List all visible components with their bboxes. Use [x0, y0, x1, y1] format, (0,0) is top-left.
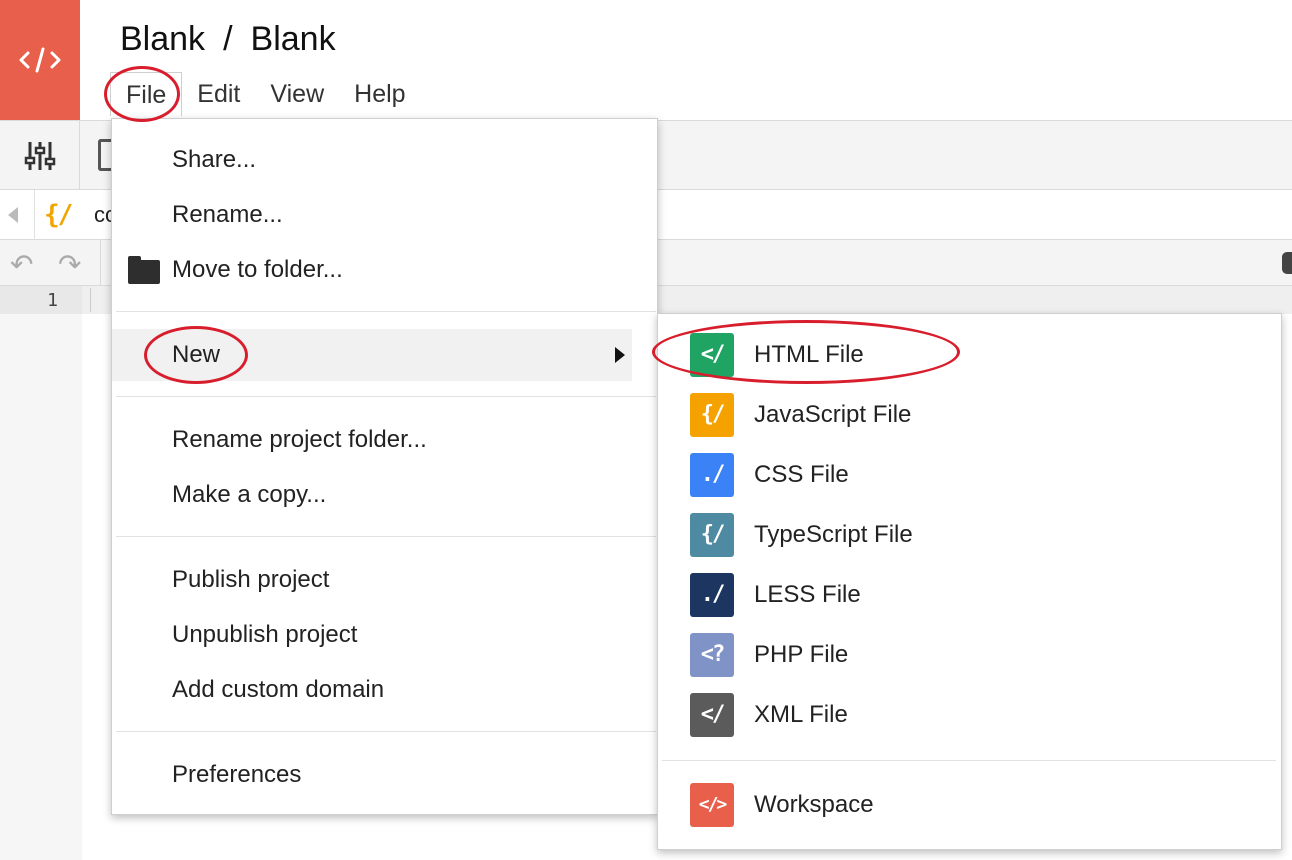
- menu-item-label: New: [172, 341, 221, 368]
- menu-file[interactable]: File: [110, 72, 183, 116]
- workspace-icon: </>: [690, 783, 734, 827]
- menu-item-label: Share...: [172, 146, 257, 173]
- menu-item-label: Move to folder...: [172, 256, 343, 283]
- submenu-item-label: LESS File: [754, 581, 861, 608]
- submenu-item-label: Workspace: [754, 791, 874, 818]
- sliders-icon: [24, 142, 55, 170]
- tab-scroll-left-icon[interactable]: [8, 207, 18, 223]
- menu-item-label: Preferences: [172, 761, 302, 788]
- tab-divider: [34, 190, 35, 240]
- css-file-icon: ./: [690, 453, 734, 497]
- undo-icon[interactable]: ↶: [10, 248, 33, 281]
- redo-icon[interactable]: ↷: [58, 248, 81, 281]
- xml-file-icon: </: [690, 693, 734, 737]
- menu-view[interactable]: View: [255, 72, 339, 116]
- javascript-file-icon: {/: [690, 393, 734, 437]
- menu-item-publish-project[interactable]: Publish project: [112, 554, 657, 606]
- title-separator: /: [223, 20, 233, 58]
- submenu-item-label: JavaScript File: [754, 401, 912, 428]
- line-number: 1: [47, 290, 58, 311]
- menu-item-label: Unpublish project: [172, 621, 358, 648]
- menu-edit[interactable]: Edit: [182, 72, 255, 116]
- folder-icon: [128, 256, 160, 284]
- submenu-item-label: XML File: [754, 701, 848, 728]
- editbar-divider: [100, 240, 101, 286]
- user-icon[interactable]: [1282, 252, 1292, 274]
- menu-bar: File Edit View Help: [110, 72, 421, 116]
- menu-item-label: Rename project folder...: [172, 426, 427, 453]
- text-cursor: [90, 288, 91, 312]
- submenu-arrow-icon: [615, 347, 625, 363]
- submenu-item-xml-file[interactable]: </ XML File: [658, 686, 1281, 746]
- submenu-item-css-file[interactable]: ./ CSS File: [658, 446, 1281, 506]
- menu-item-rename-project-folder[interactable]: Rename project folder...: [112, 414, 657, 466]
- project-name[interactable]: Blank: [120, 20, 205, 58]
- menu-divider: [116, 396, 656, 397]
- new-file-submenu: </ HTML File {/ JavaScript File ./ CSS F…: [657, 313, 1282, 850]
- javascript-tab-icon: {/: [44, 200, 73, 230]
- menu-help[interactable]: Help: [339, 72, 420, 116]
- menu-item-preferences[interactable]: Preferences: [112, 749, 657, 801]
- menu-divider: [116, 311, 656, 312]
- menu-item-label: Rename...: [172, 201, 283, 228]
- submenu-item-label: PHP File: [754, 641, 849, 668]
- menu-divider: [116, 536, 656, 537]
- menu-item-unpublish-project[interactable]: Unpublish project: [112, 609, 657, 661]
- menu-item-share[interactable]: Share...: [112, 134, 657, 186]
- php-file-icon: <?: [690, 633, 734, 677]
- less-file-icon: ./: [690, 573, 734, 617]
- app-logo[interactable]: [0, 0, 80, 120]
- menu-item-label: Publish project: [172, 566, 330, 593]
- submenu-item-typescript-file[interactable]: {/ TypeScript File: [658, 506, 1281, 566]
- settings-button[interactable]: [0, 121, 80, 191]
- submenu-item-label: TypeScript File: [754, 521, 913, 548]
- code-brackets-icon: [19, 47, 61, 73]
- project-title: Blank / Blank: [120, 20, 336, 59]
- line-gutter: [0, 286, 82, 860]
- menu-divider: [116, 731, 656, 732]
- typescript-file-icon: {/: [690, 513, 734, 557]
- menu-item-label: Make a copy...: [172, 481, 327, 508]
- submenu-item-workspace[interactable]: </> Workspace: [658, 776, 1281, 836]
- submenu-item-javascript-file[interactable]: {/ JavaScript File: [658, 386, 1281, 446]
- menu-item-label: Add custom domain: [172, 676, 385, 703]
- submenu-item-label: CSS File: [754, 461, 849, 488]
- html-file-icon: </: [690, 333, 734, 377]
- menu-item-move-to-folder[interactable]: Move to folder...: [112, 244, 657, 296]
- menu-item-make-a-copy[interactable]: Make a copy...: [112, 469, 657, 521]
- submenu-item-label: HTML File: [754, 341, 864, 368]
- file-menu-dropdown: Share... Rename... Move to folder... New…: [111, 118, 658, 815]
- submenu-item-php-file[interactable]: <? PHP File: [658, 626, 1281, 686]
- menu-item-add-custom-domain[interactable]: Add custom domain: [112, 664, 657, 716]
- submenu-item-less-file[interactable]: ./ LESS File: [658, 566, 1281, 626]
- submenu-divider: [662, 760, 1276, 761]
- menu-item-new[interactable]: New: [112, 329, 632, 381]
- submenu-item-html-file[interactable]: </ HTML File: [658, 326, 1281, 386]
- menu-item-rename[interactable]: Rename...: [112, 189, 657, 241]
- file-name[interactable]: Blank: [251, 20, 336, 58]
